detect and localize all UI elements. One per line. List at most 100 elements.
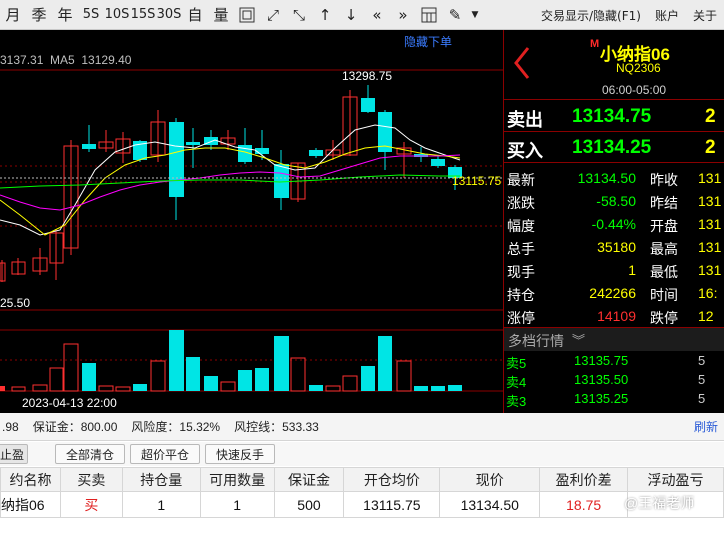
stat-value: 16: bbox=[698, 285, 718, 301]
date-label: 2023-04-13 22:00 bbox=[22, 396, 117, 410]
stat-value: 131 bbox=[698, 262, 722, 278]
page-next-icon[interactable]: » bbox=[390, 0, 416, 30]
cell-open: 13115.75 bbox=[343, 491, 441, 518]
candle bbox=[186, 142, 200, 145]
quote-stat-row: 幅度 -0.44% 开盘 131 bbox=[504, 213, 724, 236]
stat-label: 时间 bbox=[650, 287, 678, 303]
cell-margin: 500 bbox=[273, 491, 345, 518]
quote-header: M 小纳指06 NQ2306 06:00-05:00 bbox=[504, 30, 724, 100]
draw-pen-icon[interactable]: ✎ bbox=[442, 0, 468, 30]
candle bbox=[309, 150, 323, 156]
shrink-icon[interactable]: ⤡ bbox=[286, 0, 312, 30]
stat-label: 幅度 bbox=[507, 218, 535, 234]
ma-readout: 3137.31 MA5 13129.40 bbox=[0, 53, 132, 67]
depth-row[interactable]: 卖3 13135.25 5 bbox=[504, 390, 724, 413]
refresh-link[interactable]: 刷新 bbox=[694, 418, 718, 435]
quote-stat-row: 现手 1 最低 131 bbox=[504, 259, 724, 282]
watermark: @王福老师 bbox=[624, 495, 695, 511]
page-prev-icon[interactable]: « bbox=[364, 0, 390, 30]
ask-row[interactable]: 卖出 13134.75 2 bbox=[504, 102, 724, 132]
col-price[interactable]: 现价 bbox=[439, 467, 541, 492]
action-bar: 止盈 全部清仓 超价平仓 快速反手 bbox=[0, 442, 724, 466]
sell-label: 卖出 bbox=[507, 110, 543, 130]
sell-qty: 2 bbox=[705, 106, 716, 127]
period-quarter-button[interactable]: 季 bbox=[26, 0, 52, 30]
stat-value: -0.44% bbox=[591, 216, 636, 232]
quote-stat-row: 涨停 14109 跌停 12 bbox=[504, 305, 724, 328]
stat-value: 35180 bbox=[597, 239, 636, 255]
chevron-down-icon[interactable]: ▼ bbox=[468, 0, 482, 30]
trade-toggle-menu[interactable]: 交易显示/隐藏(F1) bbox=[534, 7, 648, 24]
depth-price: 13135.75 bbox=[574, 353, 629, 368]
arrow-down-icon[interactable]: ↓ bbox=[338, 0, 364, 30]
quote-stat-row: 涨跌 -58.50 昨结 131 bbox=[504, 190, 724, 213]
ma10-line bbox=[0, 145, 461, 236]
period-10s-button[interactable]: 10S bbox=[104, 0, 130, 30]
cell-avail: 1 bbox=[199, 491, 275, 518]
stat-label: 持仓 bbox=[507, 287, 535, 303]
col-qty[interactable]: 持仓量 bbox=[121, 467, 201, 492]
depth-header[interactable]: 多档行情 ︾ bbox=[504, 327, 724, 351]
candles bbox=[0, 85, 462, 282]
depth-label: 卖3 bbox=[506, 394, 527, 409]
high-price-label: 13298.75 bbox=[342, 69, 393, 83]
grid-icon[interactable] bbox=[416, 0, 442, 30]
low-price-label: 25.50 bbox=[0, 296, 31, 310]
hide-order-link[interactable]: 隐藏下单 bbox=[404, 33, 452, 50]
period-30s-button[interactable]: 30S bbox=[156, 0, 182, 30]
stat-label: 涨停 bbox=[507, 310, 535, 326]
depth-qty: 5 bbox=[698, 391, 706, 406]
depth-qty: 5 bbox=[698, 372, 706, 387]
current-price-marker: 13115.75 bbox=[452, 174, 502, 188]
stop-button[interactable]: 止盈 bbox=[0, 444, 29, 464]
candle bbox=[82, 144, 96, 149]
risk-value: 风险度：15.32% bbox=[131, 420, 221, 434]
layout-icon[interactable] bbox=[234, 0, 260, 30]
col-side[interactable]: 买卖 bbox=[59, 467, 123, 492]
cell-price: 13134.50 bbox=[439, 491, 541, 518]
stat-value: 131 bbox=[698, 216, 722, 232]
chevron-left-icon[interactable] bbox=[512, 46, 532, 80]
arrow-up-icon[interactable]: ↑ bbox=[312, 0, 338, 30]
account-menu[interactable]: 账户 bbox=[648, 7, 686, 24]
period-5s-button[interactable]: 5S bbox=[78, 0, 104, 30]
positions-table: 约名称 买卖 持仓量 可用数量 保证金 开仓均价 现价 盈利价差 浮动盈亏 纳指… bbox=[0, 467, 724, 518]
quote-stat-row: 最新 13134.50 昨收 131 bbox=[504, 167, 724, 190]
close-even-button[interactable]: 超价平仓 bbox=[130, 444, 201, 464]
col-diff[interactable]: 盈利价差 bbox=[539, 467, 629, 492]
trading-window: 月 季 年 5S 10S 15S 30S 自 量 ⤢ ⤡ ↑ ↓ « » ✎ ▼… bbox=[0, 0, 724, 537]
depth-label: 卖5 bbox=[506, 356, 527, 371]
stat-value: -58.50 bbox=[596, 193, 636, 209]
col-name[interactable]: 约名称 bbox=[0, 467, 61, 492]
stat-label: 总手 bbox=[507, 241, 535, 257]
stat-value: 131 bbox=[698, 193, 722, 209]
account-status-bar: .98 保证金：800.00 风险度：15.32% 风控线：533.33 刷新 bbox=[0, 413, 724, 441]
stat-value: 1 bbox=[628, 262, 636, 278]
stat-value: 131 bbox=[698, 170, 722, 186]
col-margin[interactable]: 保证金 bbox=[273, 467, 345, 492]
col-open[interactable]: 开仓均价 bbox=[343, 467, 441, 492]
quote-panel: M 小纳指06 NQ2306 06:00-05:00 卖出 13134.75 2… bbox=[503, 30, 724, 413]
candlestick-chart[interactable]: 隐藏下单 3137.31 MA5 13129.40 13298.75 25.50… bbox=[0, 30, 503, 413]
col-pnl[interactable]: 浮动盈亏 bbox=[627, 467, 724, 492]
table-header-row: 约名称 买卖 持仓量 可用数量 保证金 开仓均价 现价 盈利价差 浮动盈亏 bbox=[0, 467, 724, 492]
custom-period-button[interactable]: 自 bbox=[182, 0, 208, 30]
stat-label: 最高 bbox=[650, 241, 678, 257]
table-row[interactable]: 纳指06 买 1 1 500 13115.75 13134.50 18.75 bbox=[0, 491, 724, 518]
about-menu[interactable]: 关于 bbox=[686, 7, 724, 24]
double-chevron-down-icon[interactable]: ︾ bbox=[572, 330, 585, 349]
reverse-button[interactable]: 快速反手 bbox=[205, 444, 276, 464]
cell-qty: 1 bbox=[121, 491, 201, 518]
col-avail[interactable]: 可用数量 bbox=[199, 467, 275, 492]
period-year-button[interactable]: 年 bbox=[52, 0, 78, 30]
depth-price: 13135.25 bbox=[574, 391, 629, 406]
bid-row[interactable]: 买入 13134.25 2 bbox=[504, 133, 724, 163]
stat-label: 最低 bbox=[650, 264, 678, 280]
period-month-button[interactable]: 月 bbox=[0, 0, 26, 30]
period-15s-button[interactable]: 15S bbox=[130, 0, 156, 30]
close-all-button[interactable]: 全部清仓 bbox=[55, 444, 126, 464]
depth-label: 卖4 bbox=[506, 375, 527, 390]
toolbar: 月 季 年 5S 10S 15S 30S 自 量 ⤢ ⤡ ↑ ↓ « » ✎ ▼… bbox=[0, 0, 724, 30]
volume-button[interactable]: 量 bbox=[208, 0, 234, 30]
expand-icon[interactable]: ⤢ bbox=[260, 0, 286, 30]
